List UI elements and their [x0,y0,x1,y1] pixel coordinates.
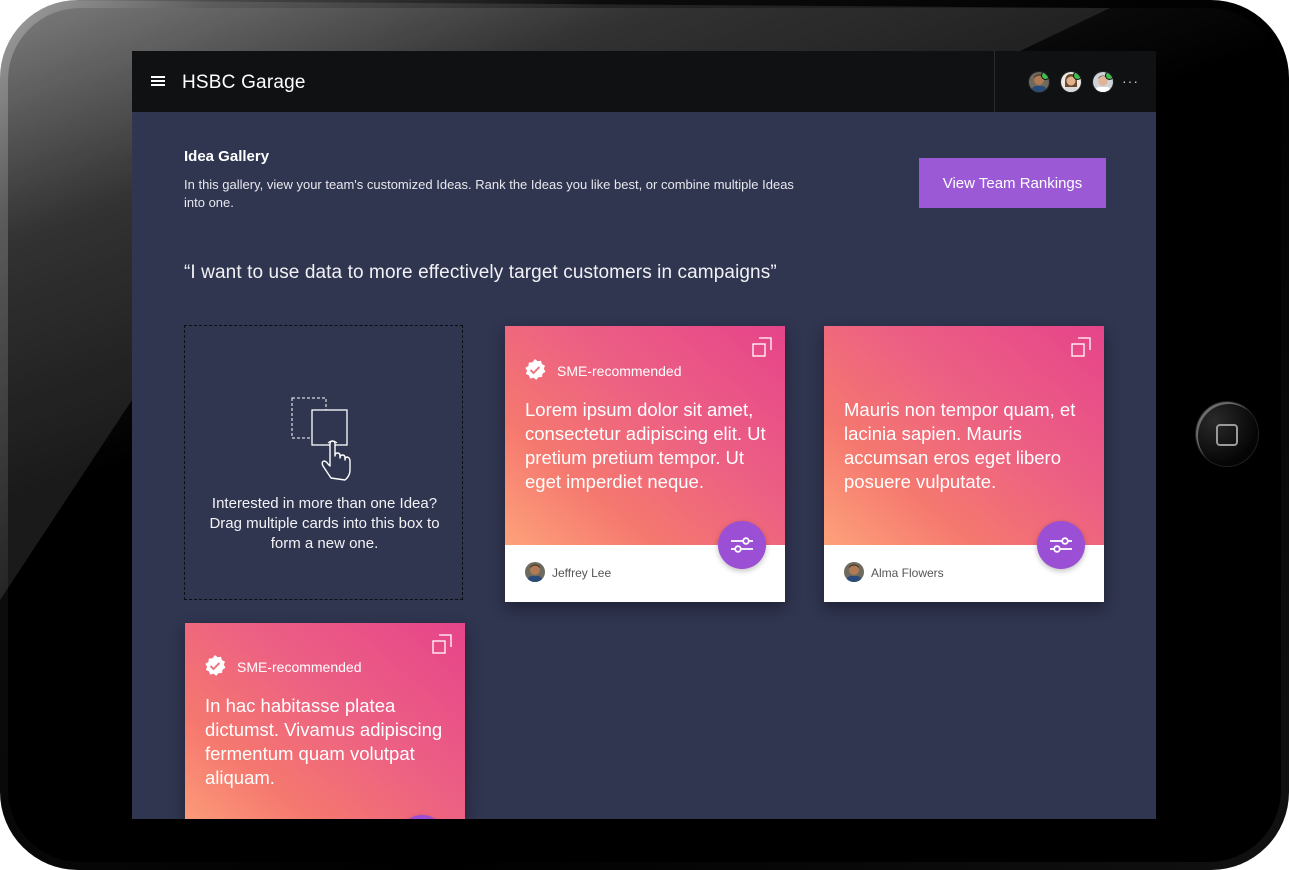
expand-icon[interactable] [431,633,453,655]
app-screen: HSBC Garage ··· Idea Gallery In this gal… [132,51,1156,819]
idea-card[interactable]: SME-recommended Lorem ipsum dolor sit am… [505,326,785,602]
author-avatar [525,562,545,582]
expand-icon[interactable] [751,336,773,358]
top-bar-divider [994,51,995,112]
author-name: Alma Flowers [871,566,944,580]
idea-card-text: In hac habitasse platea dictumst. Vivamu… [205,695,443,788]
view-team-rankings-button[interactable]: View Team Rankings [919,158,1106,208]
idea-card-text: Lorem ipsum dolor sit amet, consectetur … [525,399,766,492]
home-square-icon [1216,424,1238,446]
collaborator-avatar-1[interactable] [1028,71,1050,93]
person-icon [844,562,864,582]
hamburger-menu-icon[interactable] [151,76,165,86]
gallery-description: In this gallery, view your team's custom… [184,177,794,210]
idea-card[interactable]: SME-recommended In hac habitasse platea … [185,623,465,819]
expand-icon[interactable] [1070,336,1092,358]
online-indicator [1105,72,1113,80]
idea-card[interactable]: Mauris non tempor quam, et lacinia sapie… [824,326,1104,602]
collaborator-avatar-2[interactable] [1060,71,1082,93]
more-collaborators-button[interactable]: ··· [1122,73,1139,89]
collaborator-avatar-3[interactable] [1092,71,1114,93]
sliders-icon [1050,537,1072,553]
sme-recommended-label: SME-recommended [237,659,362,675]
problem-statement-quote: “I want to use data to more effectively … [184,262,777,283]
sliders-icon [731,537,753,553]
person-icon [525,562,545,582]
home-button[interactable] [1196,402,1258,466]
author-name: Jeffrey Lee [552,566,612,580]
online-indicator [1041,72,1049,80]
sme-recommended-label: SME-recommended [557,363,682,379]
author-avatar [844,562,864,582]
combine-ideas-drop-zone[interactable]: Interested in more than one Idea? Drag m… [184,325,463,600]
tablet-frame: HSBC Garage ··· Idea Gallery In this gal… [0,0,1289,870]
customize-idea-button[interactable] [1037,521,1085,569]
verified-badge-icon [525,359,546,380]
verified-badge-icon [205,655,226,676]
drop-zone-instructions: Interested in more than one Idea? Drag m… [209,495,440,552]
idea-card-text: Mauris non tempor quam, et lacinia sapie… [844,399,1076,492]
gallery-heading: Idea Gallery [184,148,270,165]
customize-idea-button[interactable] [718,521,766,569]
drag-cards-icon [291,397,351,481]
top-bar: HSBC Garage ··· [132,51,1156,112]
online-indicator [1073,72,1081,80]
app-title: HSBC Garage [182,72,306,93]
